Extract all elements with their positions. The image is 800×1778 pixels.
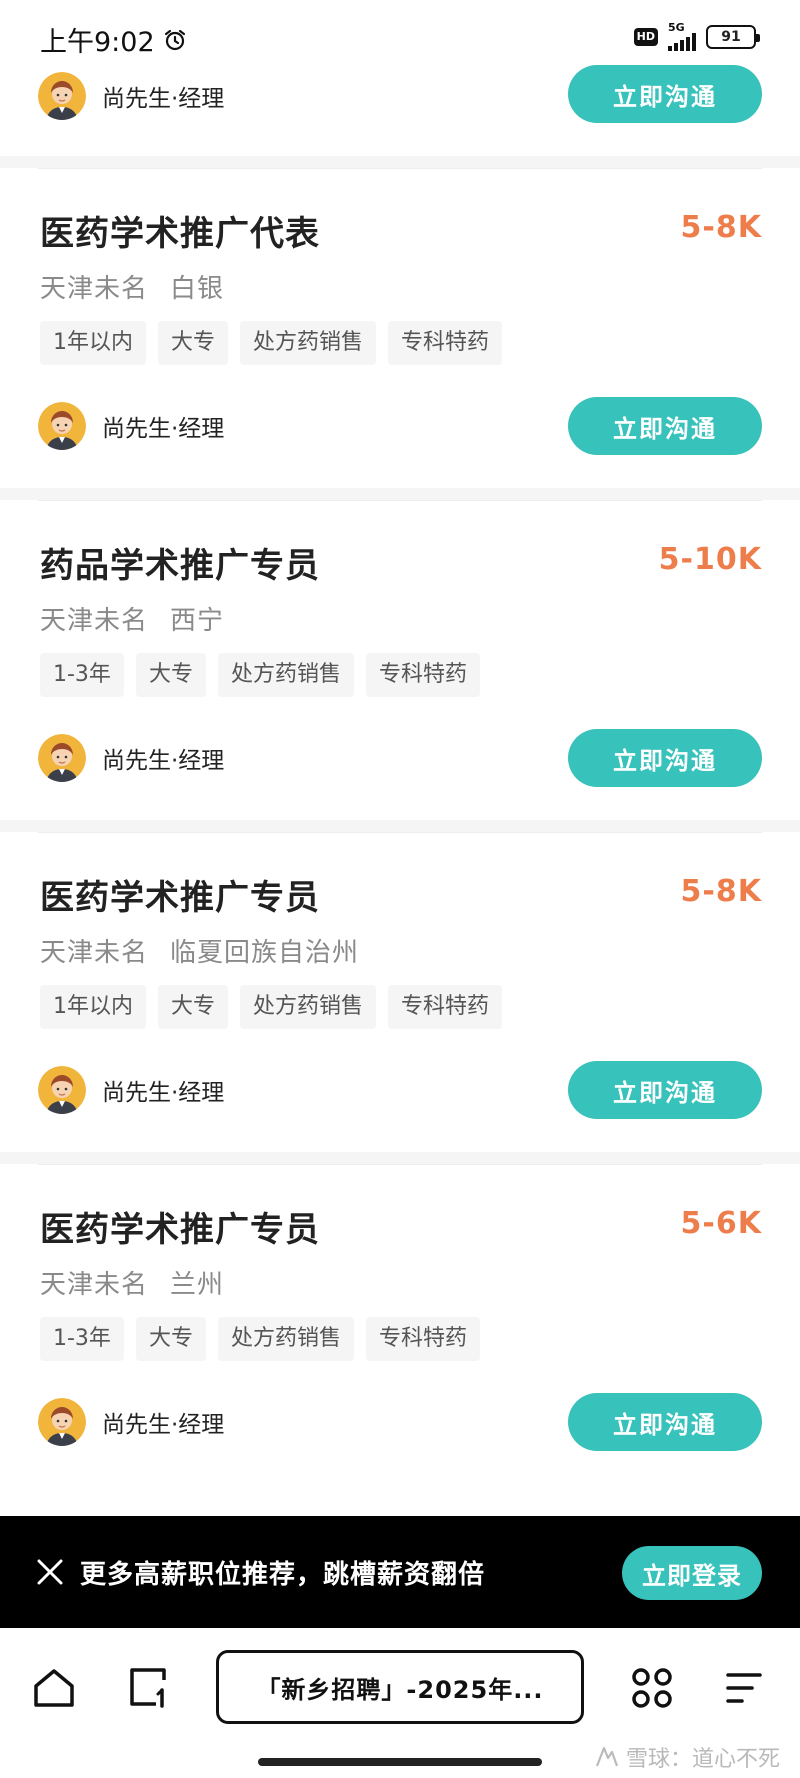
tag-specialty: 专科特药 <box>388 321 503 365</box>
avatar <box>38 402 86 450</box>
tag-education: 大专 <box>135 1317 206 1361</box>
company-location: 天津未名 白银 <box>40 268 224 305</box>
salary: 5-6K <box>680 1206 762 1241</box>
watermark-text: 雪球：道心不死 <box>625 1747 780 1772</box>
tag-experience: 1-3年 <box>40 1317 124 1361</box>
company-name: 天津未名 <box>40 1270 149 1300</box>
divider <box>38 1164 762 1165</box>
job-tags: 1-3年 大专 处方药销售 专科特药 <box>40 1317 480 1361</box>
job-city: 西宁 <box>170 606 225 636</box>
job-title: 药品学术推广专员 <box>40 546 320 586</box>
job-card-partial[interactable]: 尚先生·经理 立即沟通 <box>0 65 800 156</box>
recruiter-name: 尚先生·经理 <box>102 1412 225 1438</box>
job-city: 白银 <box>170 274 225 304</box>
tag-category: 处方药销售 <box>217 653 354 697</box>
chat-now-button[interactable]: 立即沟通 <box>568 1061 762 1119</box>
chat-now-button[interactable]: 立即沟通 <box>568 729 762 787</box>
recruiter-name: 尚先生·经理 <box>102 416 225 442</box>
alarm-icon <box>164 29 185 50</box>
tag-category: 处方药销售 <box>240 985 377 1029</box>
salary: 5-8K <box>680 210 762 245</box>
home-icon[interactable] <box>32 1666 76 1710</box>
job-tags: 1-3年 大专 处方药销售 专科特药 <box>40 653 480 697</box>
tag-specialty: 专科特药 <box>365 653 480 697</box>
status-bar: 上午9:02 HD 5G 91 <box>0 0 800 68</box>
job-card[interactable]: 医药学术推广代表 5-8K 天津未名 白银 1年以内 大专 处方药销售 专科特药 … <box>0 168 800 488</box>
watermark: 雪球：道心不死 <box>594 1741 780 1773</box>
company-location: 天津未名 兰州 <box>40 1264 224 1301</box>
recruiter-name: 尚先生·经理 <box>102 86 225 112</box>
job-card[interactable]: 医药学术推广专员 5-6K 天津未名 兰州 1-3年 大专 处方药销售 专科特药 … <box>0 1164 800 1516</box>
login-promo-banner: 更多高薪职位推荐，跳槽薪资翻倍 立即登录 <box>0 1516 800 1628</box>
job-tags: 1年以内 大专 处方药销售 专科特药 <box>40 985 503 1029</box>
page-title: 「新乡招聘」-2025年... <box>256 1675 544 1704</box>
apps-icon[interactable] <box>630 1666 674 1710</box>
divider <box>38 168 762 169</box>
promo-text: 更多高薪职位推荐，跳槽薪资翻倍 <box>80 1560 486 1590</box>
address-bar[interactable]: 「新乡招聘」-2025年... <box>216 1650 584 1724</box>
job-title: 医药学术推广专员 <box>40 878 320 918</box>
status-time: 上午9:02 <box>40 20 187 59</box>
avatar <box>38 734 86 782</box>
recruiter-info: 尚先生·经理 <box>38 72 224 120</box>
home-indicator <box>258 1758 542 1766</box>
battery-icon: 91 <box>706 24 760 49</box>
job-tags: 1年以内 大专 处方药销售 专科特药 <box>40 321 503 365</box>
signal-icon: 5G <box>668 22 696 51</box>
menu-icon[interactable] <box>724 1668 764 1708</box>
recruiter-info: 尚先生·经理 <box>38 402 224 450</box>
recruiter-info: 尚先生·经理 <box>38 734 224 782</box>
job-city: 临夏回族自治州 <box>170 938 360 968</box>
company-name: 天津未名 <box>40 938 149 968</box>
tag-specialty: 专科特药 <box>365 1317 480 1361</box>
company-name: 天津未名 <box>40 606 149 636</box>
tag-experience: 1年以内 <box>40 321 146 365</box>
divider <box>38 832 762 833</box>
job-city: 兰州 <box>170 1270 225 1300</box>
company-name: 天津未名 <box>40 274 149 304</box>
chat-now-button[interactable]: 立即沟通 <box>568 65 762 123</box>
chat-now-button[interactable]: 立即沟通 <box>568 397 762 455</box>
close-icon[interactable] <box>36 1558 64 1586</box>
recruiter-info: 尚先生·经理 <box>38 1066 224 1114</box>
status-indicators: HD 5G 91 <box>633 22 760 51</box>
tag-education: 大专 <box>158 985 229 1029</box>
tag-category: 处方药销售 <box>240 321 377 365</box>
hd-badge: HD <box>633 27 658 46</box>
login-button[interactable]: 立即登录 <box>622 1546 762 1600</box>
tabs-icon[interactable] <box>126 1666 170 1710</box>
company-location: 天津未名 临夏回族自治州 <box>40 932 359 969</box>
tag-specialty: 专科特药 <box>388 985 503 1029</box>
network-type: 5G <box>668 21 685 34</box>
job-title: 医药学术推广专员 <box>40 1210 320 1250</box>
salary: 5-10K <box>658 542 762 577</box>
avatar <box>38 1066 86 1114</box>
job-card[interactable]: 药品学术推广专员 5-10K 天津未名 西宁 1-3年 大专 处方药销售 专科特药… <box>0 500 800 820</box>
tag-category: 处方药销售 <box>217 1317 354 1361</box>
avatar <box>38 1398 86 1446</box>
battery-level: 91 <box>721 28 741 45</box>
recruiter-info: 尚先生·经理 <box>38 1398 224 1446</box>
salary: 5-8K <box>680 874 762 909</box>
divider <box>38 500 762 501</box>
clock-text: 上午9:02 <box>40 27 155 58</box>
job-card[interactable]: 医药学术推广专员 5-8K 天津未名 临夏回族自治州 1年以内 大专 处方药销售 … <box>0 832 800 1152</box>
job-title: 医药学术推广代表 <box>40 214 320 254</box>
avatar <box>38 72 86 120</box>
company-location: 天津未名 西宁 <box>40 600 224 637</box>
chat-now-button[interactable]: 立即沟通 <box>568 1393 762 1451</box>
tag-experience: 1-3年 <box>40 653 124 697</box>
tag-experience: 1年以内 <box>40 985 146 1029</box>
browser-bottom-bar: 「新乡招聘」-2025年... 雪球：道心不死 <box>0 1628 800 1778</box>
snowball-logo-icon <box>595 1746 619 1767</box>
recruiter-name: 尚先生·经理 <box>102 748 225 774</box>
tag-education: 大专 <box>158 321 229 365</box>
tag-education: 大专 <box>135 653 206 697</box>
recruiter-name: 尚先生·经理 <box>102 1080 225 1106</box>
